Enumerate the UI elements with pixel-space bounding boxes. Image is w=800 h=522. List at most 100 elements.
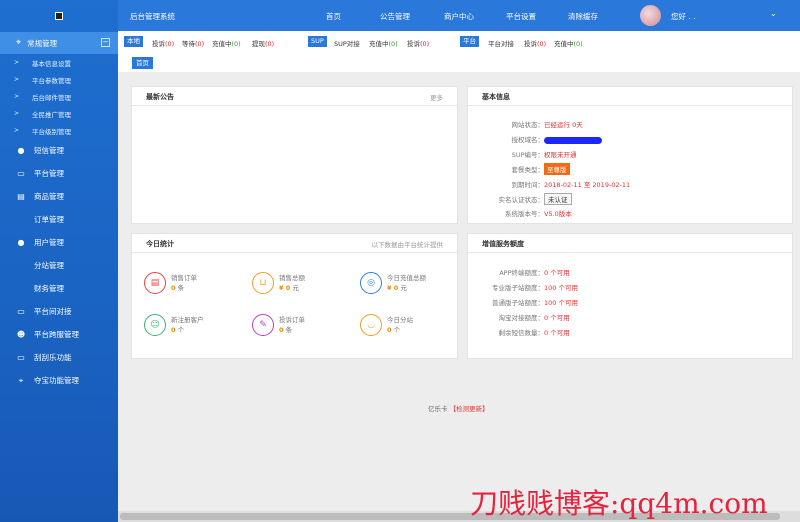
sidebar-item-scratch[interactable]: ▭ 刮刮乐功能 <box>0 346 118 369</box>
sidebar-item-label: 用户管理 <box>34 238 64 247</box>
stat-recharge-total[interactable]: ◎ 今日充值总额 ¥ 0 元 <box>360 272 426 294</box>
info-row-site-status: 网站状态：已经运行 0天 <box>511 121 583 129</box>
stat-sales-total[interactable]: ⊔ 销售总额 ¥ 0 元 <box>252 272 305 294</box>
crosshair-icon: ⌖ <box>18 375 24 385</box>
sidebar-group-regular[interactable]: ⌖ 常规管理 − <box>0 32 118 54</box>
breadcrumb-home[interactable]: 首页 <box>132 57 153 69</box>
sidebar-subitem[interactable]: > 基本信息设置 <box>0 54 118 71</box>
panel-header: 最新公告 更多 <box>132 87 457 106</box>
coins-icon: ◎ <box>360 272 382 294</box>
panel-header: 增值服务额度 <box>468 234 792 253</box>
sidebar-item-orders[interactable]: 订单管理 <box>0 208 118 231</box>
panel-title: 增值服务额度 <box>482 240 524 248</box>
local-withdraw[interactable]: 提现(0) <box>252 38 274 48</box>
chevron-right-icon: > <box>14 127 20 134</box>
sidebar-subitem[interactable]: > 平台级别管理 <box>0 122 118 139</box>
platform-complaints[interactable]: 投诉(0) <box>524 38 546 48</box>
app-title: 后台管理系统 <box>130 12 175 21</box>
sidebar-subitem-label: 全民推广管理 <box>32 110 72 119</box>
sidebar-subitem[interactable]: > 后台邮件管理 <box>0 88 118 105</box>
edit-icon: ✎ <box>252 314 274 336</box>
sidebar-item-label: 短信管理 <box>34 146 64 155</box>
sidebar-group-label: 常规管理 <box>27 38 58 48</box>
avatar[interactable] <box>640 5 661 26</box>
stat-complaint-orders[interactable]: ✎ 投诉订单 0 条 <box>252 314 305 336</box>
local-tag: 本地 <box>124 36 143 47</box>
sidebar-item-finance[interactable]: 财务管理 <box>0 277 118 300</box>
sidebar-item-cross-server[interactable]: ☻ 平台跨服管理 <box>0 323 118 346</box>
sidebar-item-label: 平台跨服管理 <box>34 330 79 339</box>
sidebar-item-label: 平台管理 <box>34 169 64 178</box>
nav-platform-settings[interactable]: 平台设置 <box>506 11 536 22</box>
user-icon: ☺ <box>144 314 166 336</box>
info-row-expiry: 到期时间：2018-02-11 至 2019-02-11 <box>511 181 631 189</box>
sidebar-subitem-label: 平台参数管理 <box>32 76 72 85</box>
info-row-sup: SUP编号：权限未开通 <box>511 151 577 159</box>
location-icon: ● <box>17 238 25 247</box>
stat-new-customers[interactable]: ☺ 新注册客户 0 个 <box>144 314 204 336</box>
nav-clear-cache[interactable]: 清除缓存 <box>568 11 598 22</box>
sup-tag: SUP <box>308 36 327 47</box>
check-update-link[interactable]: 【检测更新】 <box>450 405 489 413</box>
status-bar: 本地 投诉(0) 等待(0) 充值中(0) 提现(0) SUP SUP对接 充值… <box>118 31 800 51</box>
top-bar: 后台管理系统 首页 公告管理 商户中心 平台设置 清除缓存 您好 . . ⌄ <box>118 0 800 31</box>
panel-title: 最新公告 <box>146 93 174 101</box>
sidebar-item-label: 财务管理 <box>34 284 64 293</box>
cart-icon: ⊔ <box>252 272 274 294</box>
sidebar-item-platform[interactable]: ▭ 平台管理 <box>0 162 118 185</box>
stat-substations[interactable]: ◡ 今日分站 0 个 <box>360 314 413 336</box>
quota-row-pro-site: 专业版子站额度：100 个可用 <box>492 284 578 292</box>
nav-announcements[interactable]: 公告管理 <box>380 11 410 22</box>
stat-sales-orders[interactable]: ▤ 销售订单 0 条 <box>144 272 197 294</box>
nav-merchant-center[interactable]: 商户中心 <box>444 11 474 22</box>
sup-complaints[interactable]: 投诉(0) <box>407 38 429 48</box>
sidebar-item-sms[interactable]: ● 短信管理 <box>0 139 118 162</box>
info-row-version: 系统版本号：V5.0版本 <box>505 210 572 218</box>
local-waiting[interactable]: 等待(0) <box>182 38 204 48</box>
sidebar: ⌖ 常规管理 − > 基本信息设置 > 平台参数管理 > 后台邮件管理 > 全民推广管理… <box>0 0 118 522</box>
nav-home[interactable]: 首页 <box>326 11 341 22</box>
logo[interactable] <box>0 0 118 32</box>
sup-recharging[interactable]: 充值中(0) <box>369 38 398 48</box>
sidebar-item-label: 分站管理 <box>34 261 64 270</box>
stats-note: 以下数据由平台统计提供 <box>371 241 444 249</box>
panel-title: 基本信息 <box>482 93 510 101</box>
sidebar-item-treasure[interactable]: ⌖ 夺宝功能管理 <box>0 369 118 392</box>
local-complaints[interactable]: 投诉(0) <box>152 38 174 48</box>
package-badge: 至尊版 <box>544 163 570 175</box>
basic-info-panel: 基本信息 网站状态：已经运行 0天 授权域名： SUP编号：权限未开通 套餐类型… <box>467 86 793 224</box>
local-recharging[interactable]: 充值中(0) <box>212 38 241 48</box>
verify-button[interactable]: 未认证 <box>544 193 572 205</box>
more-link[interactable]: 更多 <box>430 92 443 102</box>
footer-brand: 亿乐卡 <box>428 405 448 413</box>
redacted-domain <box>544 136 602 144</box>
sidebar-subitem[interactable]: > 平台参数管理 <box>0 71 118 88</box>
footer: 亿乐卡 【检测更新】 <box>428 403 489 413</box>
collapse-icon[interactable]: − <box>101 38 110 47</box>
sidebar-item-products[interactable]: ▤ 商品管理 <box>0 185 118 208</box>
quota-row-basic-site: 普通版子站额度：100 个可用 <box>492 299 578 307</box>
cart-icon: ▤ <box>17 192 25 201</box>
sidebar-subitem[interactable]: > 全民推广管理 <box>0 105 118 122</box>
sidebar-item-label: 订单管理 <box>34 215 64 224</box>
panel-title: 今日统计 <box>146 240 174 248</box>
chevron-down-icon[interactable]: ⌄ <box>770 9 777 18</box>
shield-icon: ◡ <box>360 314 382 336</box>
info-row-package: 套餐类型： 至尊版 <box>468 163 570 175</box>
sup-connect[interactable]: SUP对接 <box>334 38 360 48</box>
platform-connect[interactable]: 平台对接 <box>488 38 514 48</box>
chevron-right-icon: > <box>14 76 20 83</box>
logo-icon <box>55 12 63 20</box>
chevron-right-icon: > <box>14 110 20 117</box>
info-row-verification: 实名认证状态： 未认证 <box>468 193 572 205</box>
sidebar-subitem-label: 平台级别管理 <box>32 127 72 136</box>
user-greeting[interactable]: 您好 . . <box>671 11 696 22</box>
platform-recharging[interactable]: 充值中(0) <box>554 38 583 48</box>
quota-row-taobao: 淘宝对接额度：0 个可用 <box>498 314 570 322</box>
chevron-right-icon: > <box>14 93 20 100</box>
sidebar-item-substations[interactable]: 分站管理 <box>0 254 118 277</box>
sidebar-item-label: 刮刮乐功能 <box>34 353 72 362</box>
sidebar-item-interconnect[interactable]: ▭ 平台间对接 <box>0 300 118 323</box>
sidebar-item-label: 夺宝功能管理 <box>34 376 79 385</box>
sidebar-item-users[interactable]: ● 用户管理 <box>0 231 118 254</box>
